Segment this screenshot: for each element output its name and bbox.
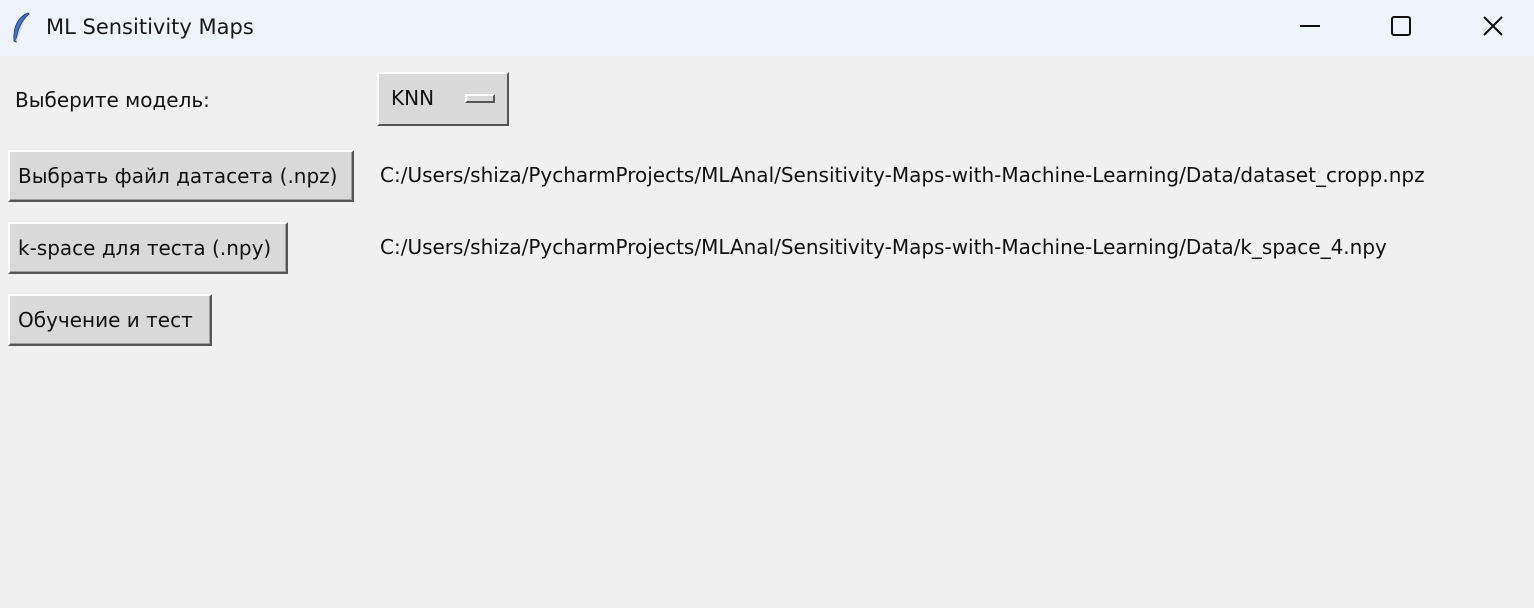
model-select-value: KNN [391,86,435,110]
maximize-button[interactable] [1355,0,1447,52]
select-dataset-button[interactable]: Выбрать файл датасета (.npz) [8,150,354,202]
kspace-path: C:/Users/shiza/PycharmProjects/MLAnal/Se… [380,235,1387,259]
feather-icon [13,12,30,43]
window-title: ML Sensitivity Maps [46,15,254,39]
model-select[interactable]: KNN [377,72,509,126]
dataset-path: C:/Users/shiza/PycharmProjects/MLAnal/Se… [380,163,1425,187]
model-label: Выберите модель: [15,88,210,112]
minimize-button[interactable] [1264,0,1356,52]
maximize-icon [1391,16,1411,36]
title-bar[interactable]: ML Sensitivity Maps [0,0,1534,56]
minimize-icon [1300,25,1320,27]
option-menu-indicator-icon [465,94,495,103]
main-panel: Выберите модель: KNN Выбрать файл датасе… [0,56,1534,608]
close-button[interactable] [1447,0,1534,52]
train-test-button[interactable]: Обучение и тест [8,294,212,346]
close-icon [1483,16,1503,36]
select-kspace-button[interactable]: k-space для теста (.npy) [8,222,288,274]
